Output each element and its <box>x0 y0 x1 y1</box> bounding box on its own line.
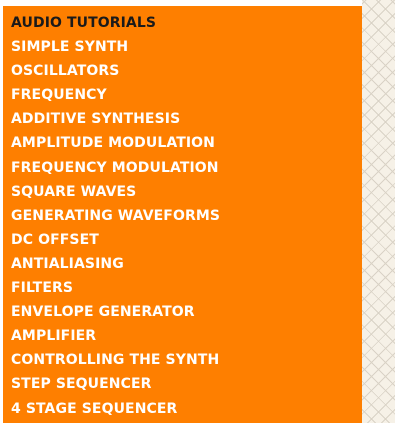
page: AUDIO TUTORIALS SIMPLE SYNTH OSCILLATORS… <box>0 0 395 423</box>
menu-item-simple-synth[interactable]: SIMPLE SYNTH <box>11 35 362 59</box>
menu-item-filters[interactable]: FILTERS <box>11 276 362 300</box>
menu-item-amplifier[interactable]: AMPLIFIER <box>11 324 362 348</box>
menu-item-square-waves[interactable]: SQUARE WAVES <box>11 180 362 204</box>
tutorial-menu: AUDIO TUTORIALS SIMPLE SYNTH OSCILLATORS… <box>3 6 362 423</box>
background-pattern <box>362 0 395 423</box>
menu-item-antialiasing[interactable]: ANTIALIASING <box>11 252 362 276</box>
menu-item-step-sequencer[interactable]: STEP SEQUENCER <box>11 372 362 396</box>
menu-item-frequency-modulation[interactable]: FREQUENCY MODULATION <box>11 156 362 180</box>
menu-item-oscillators[interactable]: OSCILLATORS <box>11 59 362 83</box>
menu-item-envelope-generator[interactable]: ENVELOPE GENERATOR <box>11 300 362 324</box>
menu-item-dc-offset[interactable]: DC OFFSET <box>11 228 362 252</box>
menu-item-amplitude-modulation[interactable]: AMPLITUDE MODULATION <box>11 131 362 155</box>
menu-item-frequency[interactable]: FREQUENCY <box>11 83 362 107</box>
menu-item-controlling-the-synth[interactable]: CONTROLLING THE SYNTH <box>11 348 362 372</box>
menu-header: AUDIO TUTORIALS <box>11 15 157 31</box>
menu-item-additive-synthesis[interactable]: ADDITIVE SYNTHESIS <box>11 107 362 131</box>
menu-item-4-stage-sequencer[interactable]: 4 STAGE SEQUENCER <box>11 397 362 421</box>
menu-item-generating-waveforms[interactable]: GENERATING WAVEFORMS <box>11 204 362 228</box>
